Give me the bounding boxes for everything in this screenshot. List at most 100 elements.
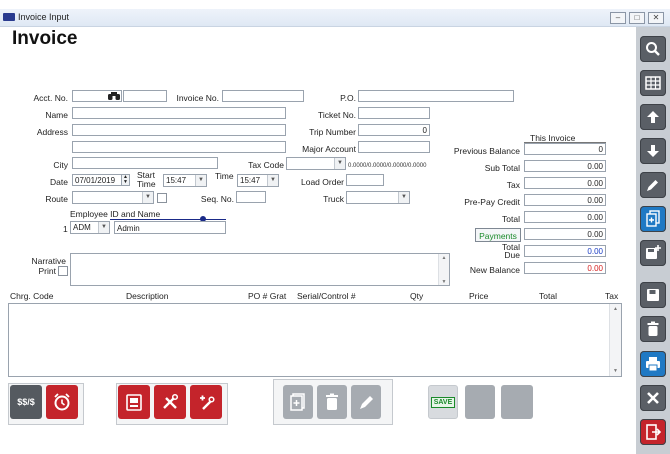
col-price[interactable]: Price [469, 291, 488, 301]
tools-button[interactable] [154, 385, 186, 419]
po-field[interactable] [358, 90, 514, 102]
prepay-credit-field[interactable]: 0.00 [524, 194, 606, 206]
save-new-icon [646, 245, 661, 259]
search-button[interactable] [640, 36, 666, 62]
sub-total-label: Sub Total [484, 163, 520, 173]
route-checkbox[interactable] [157, 193, 167, 203]
new-balance-label: New Balance [469, 265, 520, 275]
city-field[interactable] [72, 157, 218, 169]
date-spinner[interactable]: ▲ ▼ [121, 174, 130, 186]
col-serial-control[interactable]: Serial/Control # [297, 291, 356, 301]
city-label: City [53, 160, 68, 170]
chevron-down-icon: ▼ [142, 192, 153, 203]
save-button[interactable]: SAVE [428, 385, 458, 419]
employee-id-value: ADM [73, 223, 91, 232]
col-tax[interactable]: Tax [605, 291, 618, 301]
chevron-down-icon: ▼ [398, 192, 409, 203]
copy-record-button[interactable] [640, 206, 666, 232]
money-button[interactable]: $$/$ [10, 385, 42, 419]
start-time-label: Start Time [137, 170, 156, 189]
invoice-form: Invoice Acct. No. Invoice No. P.O. Name … [0, 27, 636, 454]
date-label: Date [50, 177, 68, 187]
next-record-button[interactable] [640, 138, 666, 164]
edit-button[interactable] [351, 385, 381, 419]
money-icon: $$/$ [17, 397, 35, 407]
new-save-button[interactable] [640, 240, 666, 266]
truck-select[interactable]: ▼ [346, 191, 410, 204]
new-document-button[interactable] [283, 385, 313, 419]
table-icon [645, 76, 661, 90]
delete-button[interactable] [317, 385, 347, 419]
exit-button[interactable] [640, 419, 666, 445]
name-label: Name [45, 110, 68, 120]
register-icon [126, 394, 142, 411]
name-field[interactable] [72, 107, 286, 119]
chevron-down-icon: ▼ [267, 175, 278, 186]
invoice-no-label: Invoice No. [176, 93, 219, 103]
new-balance-field: 0.00 [524, 262, 606, 274]
tools-icon [163, 393, 179, 409]
window-title: Invoice Input [18, 12, 70, 22]
col-chrg-code[interactable]: Chrg. Code [10, 291, 53, 301]
load-order-field[interactable] [346, 174, 384, 186]
pencil-icon [360, 396, 373, 409]
delete-record-button[interactable] [640, 316, 666, 342]
employee-index: 1 [63, 224, 68, 234]
route-label: Route [45, 194, 68, 204]
cancel-button[interactable] [640, 385, 666, 411]
time-select[interactable]: 15:47 ▼ [237, 174, 279, 187]
prepay-credit-label: Pre-Pay Credit [464, 197, 520, 207]
maximize-button[interactable]: □ [629, 12, 645, 24]
blank-button-1[interactable] [465, 385, 495, 419]
charges-grid[interactable]: ▲ ▼ [8, 303, 622, 377]
invoice-no-field[interactable] [222, 90, 304, 102]
tax-code-select[interactable]: ▼ [286, 157, 346, 170]
edit-record-button[interactable] [640, 172, 666, 198]
ticket-no-field[interactable] [358, 107, 430, 119]
employee-label: Employee ID and Name [70, 209, 161, 219]
route-select[interactable]: ▼ [72, 191, 154, 204]
binoculars-icon[interactable] [108, 91, 120, 104]
minimize-button[interactable]: – [610, 12, 626, 24]
address-label: Address [36, 127, 68, 137]
print-button[interactable] [640, 351, 666, 377]
close-button[interactable]: ✕ [648, 12, 664, 24]
col-qty[interactable]: Qty [410, 291, 423, 301]
payments-button[interactable]: Payments [475, 228, 521, 242]
total-label: Total [502, 214, 520, 224]
blank-button-2[interactable] [501, 385, 533, 419]
major-account-field[interactable] [358, 141, 430, 153]
previous-record-button[interactable] [640, 104, 666, 130]
grid-view-button[interactable] [640, 70, 666, 96]
address-line1-field[interactable] [72, 124, 286, 136]
employee-id-select[interactable]: ADM ▼ [70, 221, 110, 234]
date-field[interactable]: 07/01/2019 [72, 174, 122, 186]
narrative-textarea[interactable]: ▲ ▼ [70, 253, 450, 286]
save-record-button[interactable] [640, 282, 666, 308]
start-time-select[interactable]: 15:47 ▼ [163, 174, 207, 187]
register-button[interactable] [118, 385, 150, 419]
alarm-clock-button[interactable] [46, 385, 78, 419]
acct-no-label: Acct. No. [33, 93, 68, 103]
print-checkbox[interactable] [58, 266, 68, 276]
trip-number-field[interactable]: 0 [358, 124, 430, 136]
major-account-label: Major Account [302, 144, 356, 154]
col-description[interactable]: Description [126, 291, 169, 301]
sub-total-field: 0.00 [524, 160, 606, 172]
employee-name-field[interactable]: Admin [114, 221, 226, 234]
grid-scrollbar[interactable]: ▲ ▼ [609, 304, 621, 376]
trash-icon [326, 393, 338, 410]
pencil-icon [647, 180, 658, 191]
add-tools-button[interactable] [190, 385, 222, 419]
col-po-grat[interactable]: PO # Grat [248, 291, 286, 301]
col-total[interactable]: Total [539, 291, 557, 301]
previous-balance-label: Previous Balance [453, 146, 520, 156]
exit-door-icon [646, 424, 661, 440]
grid-header: Chrg. Code Description PO # Grat Serial/… [8, 291, 622, 303]
seq-no-field[interactable] [236, 191, 266, 203]
add-tools-icon [200, 395, 215, 410]
payments-field: 0.00 [524, 228, 606, 240]
address-line2-field[interactable] [72, 141, 286, 153]
window-titlebar: Invoice Input – □ ✕ [0, 9, 670, 27]
search-icon [646, 42, 660, 56]
